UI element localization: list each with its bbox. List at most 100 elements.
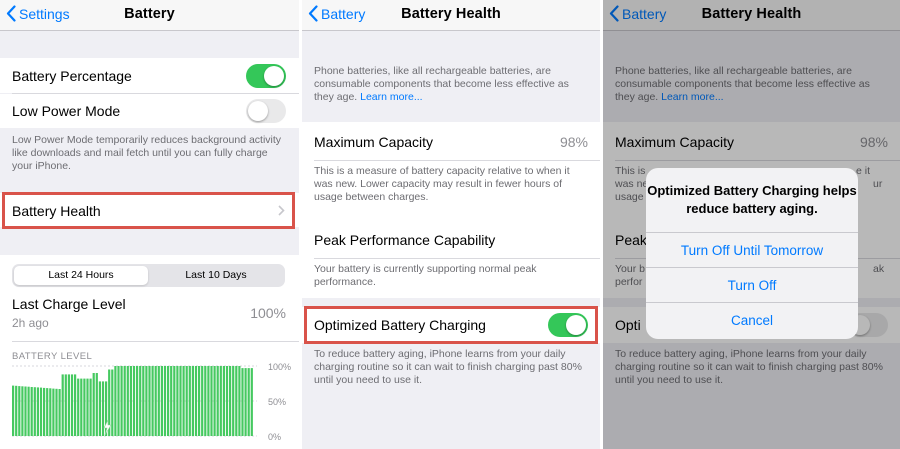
battery-level-bar (12, 385, 15, 436)
battery-level-bar (216, 366, 219, 436)
peak-performance-footer: Your battery is currently supporting nor… (314, 263, 537, 288)
maximum-capacity-info: This is a measure of battery capacity re… (302, 160, 600, 220)
segment-last-10-days[interactable]: Last 10 Days (149, 266, 283, 285)
battery-level-bar (55, 388, 58, 436)
battery-level-bar (185, 366, 188, 436)
battery-level-bar (207, 366, 210, 436)
battery-level-bar (176, 366, 179, 436)
battery-level-bar (21, 386, 24, 436)
turn-off-button[interactable]: Turn Off (646, 267, 858, 302)
y-tick-50: 50% (268, 397, 286, 407)
optimized-charging-highlight (304, 306, 598, 344)
battery-level-bar (70, 374, 74, 436)
battery-health-screen: Battery Battery Health Phone batteries, … (302, 0, 600, 449)
battery-level-bar (98, 381, 101, 436)
battery-level-bar (244, 368, 247, 436)
battery-level-bar (201, 366, 204, 436)
learn-more-link[interactable]: Learn more... (360, 91, 422, 103)
battery-level-bar (247, 368, 250, 436)
battery-level-bar (120, 366, 123, 436)
alert-title: Optimized Battery Charging helps reduce … (647, 183, 857, 216)
battery-level-bar (92, 373, 95, 436)
battery-level-bar (151, 366, 154, 436)
row-label: Battery Percentage (12, 68, 132, 84)
battery-level-bar (229, 366, 232, 436)
battery-level-chart: 100% 50% 0% (12, 362, 291, 442)
battery-level-bar (111, 369, 114, 436)
battery-level-bar (18, 386, 21, 436)
battery-percentage-row: Battery Percentage (0, 58, 299, 93)
battery-level-bar (95, 373, 98, 436)
battery-level-bar (191, 366, 194, 436)
turn-off-until-tomorrow-button[interactable]: Turn Off Until Tomorrow (646, 232, 858, 267)
battery-level-bar (188, 366, 191, 436)
time-range-segmented-control: Last 24 Hours Last 10 Days (12, 264, 285, 287)
battery-level-bar (148, 366, 151, 436)
battery-level-bar (39, 387, 43, 436)
battery-level-bar (15, 385, 18, 436)
battery-level-bar (213, 366, 216, 436)
intro-text: Phone batteries, like all rechargeable b… (314, 65, 588, 104)
battery-level-bar (77, 378, 80, 436)
switch-knob (264, 66, 284, 86)
battery-level-bar (67, 374, 70, 436)
maximum-capacity-value: 98% (559, 134, 588, 150)
segment-last-24-hours[interactable]: Last 24 Hours (14, 266, 148, 285)
battery-level-bar (157, 366, 160, 436)
divider (12, 341, 299, 342)
battery-level-bar (49, 388, 52, 436)
battery-level-bar (163, 366, 167, 436)
battery-level-bar (139, 366, 142, 436)
y-tick-0: 0% (268, 432, 281, 442)
battery-level-bar (61, 374, 64, 436)
battery-level-bar (210, 366, 213, 436)
nav-bar: Battery Battery Health (302, 0, 600, 31)
battery-level-bar (36, 387, 39, 436)
battery-level-bar (114, 366, 117, 436)
divider (314, 160, 600, 161)
page-title: Battery Health (401, 6, 501, 22)
maximum-capacity-footer: This is a measure of battery capacity re… (314, 165, 570, 203)
peak-performance-row: Peak Performance Capability (302, 220, 600, 258)
battery-level-bar (123, 366, 126, 436)
row-label: Maximum Capacity (314, 134, 434, 150)
peak-performance-info: Your battery is currently supporting nor… (302, 258, 600, 298)
cancel-button[interactable]: Cancel (646, 302, 858, 337)
battery-level-bar (225, 366, 229, 436)
battery-level-bar (238, 366, 241, 436)
row-label: Low Power Mode (12, 103, 121, 119)
battery-level-bar (136, 366, 139, 436)
battery-level-bar (182, 366, 185, 436)
battery-level-bar (241, 368, 244, 436)
switch-knob (248, 101, 268, 121)
battery-level-bar (142, 366, 145, 436)
battery-level-bar (154, 366, 157, 436)
battery-level-bar (46, 388, 49, 436)
battery-level-bar (222, 366, 225, 436)
battery-level-bar (126, 366, 129, 436)
last-charge-label: Last Charge Level (12, 296, 126, 312)
low-power-mode-row: Low Power Mode (0, 94, 299, 128)
battery-level-bar (80, 378, 83, 436)
optimized-charging-alert: Optimized Battery Charging helps reduce … (646, 168, 858, 339)
nav-bar: Settings Battery (0, 0, 299, 31)
battery-level-bar (194, 366, 198, 436)
battery-percentage-switch[interactable] (246, 64, 286, 88)
battery-health-alert-screen: Battery Battery Health Phone batteries, … (603, 0, 900, 449)
battery-level-bar (219, 366, 222, 436)
optimized-charging-footer: To reduce battery aging, iPhone learns f… (314, 348, 582, 386)
battery-level-bar (43, 387, 46, 436)
intro-body: Phone batteries, like all rechargeable b… (314, 65, 569, 103)
y-tick-100: 100% (268, 362, 291, 372)
divider (314, 258, 600, 259)
low-power-footer: Low Power Mode temporarily reduces backg… (12, 134, 282, 172)
low-power-mode-switch[interactable] (246, 99, 286, 123)
battery-level-bar (235, 366, 238, 436)
battery-health-highlight (2, 192, 295, 229)
battery-level-bar (132, 366, 136, 436)
battery-level-bar (145, 366, 148, 436)
battery-level-bar (250, 368, 253, 436)
maximum-capacity-row: Maximum Capacity 98% (302, 122, 600, 160)
battery-level-bar (204, 366, 207, 436)
battery-level-bar (33, 387, 36, 436)
